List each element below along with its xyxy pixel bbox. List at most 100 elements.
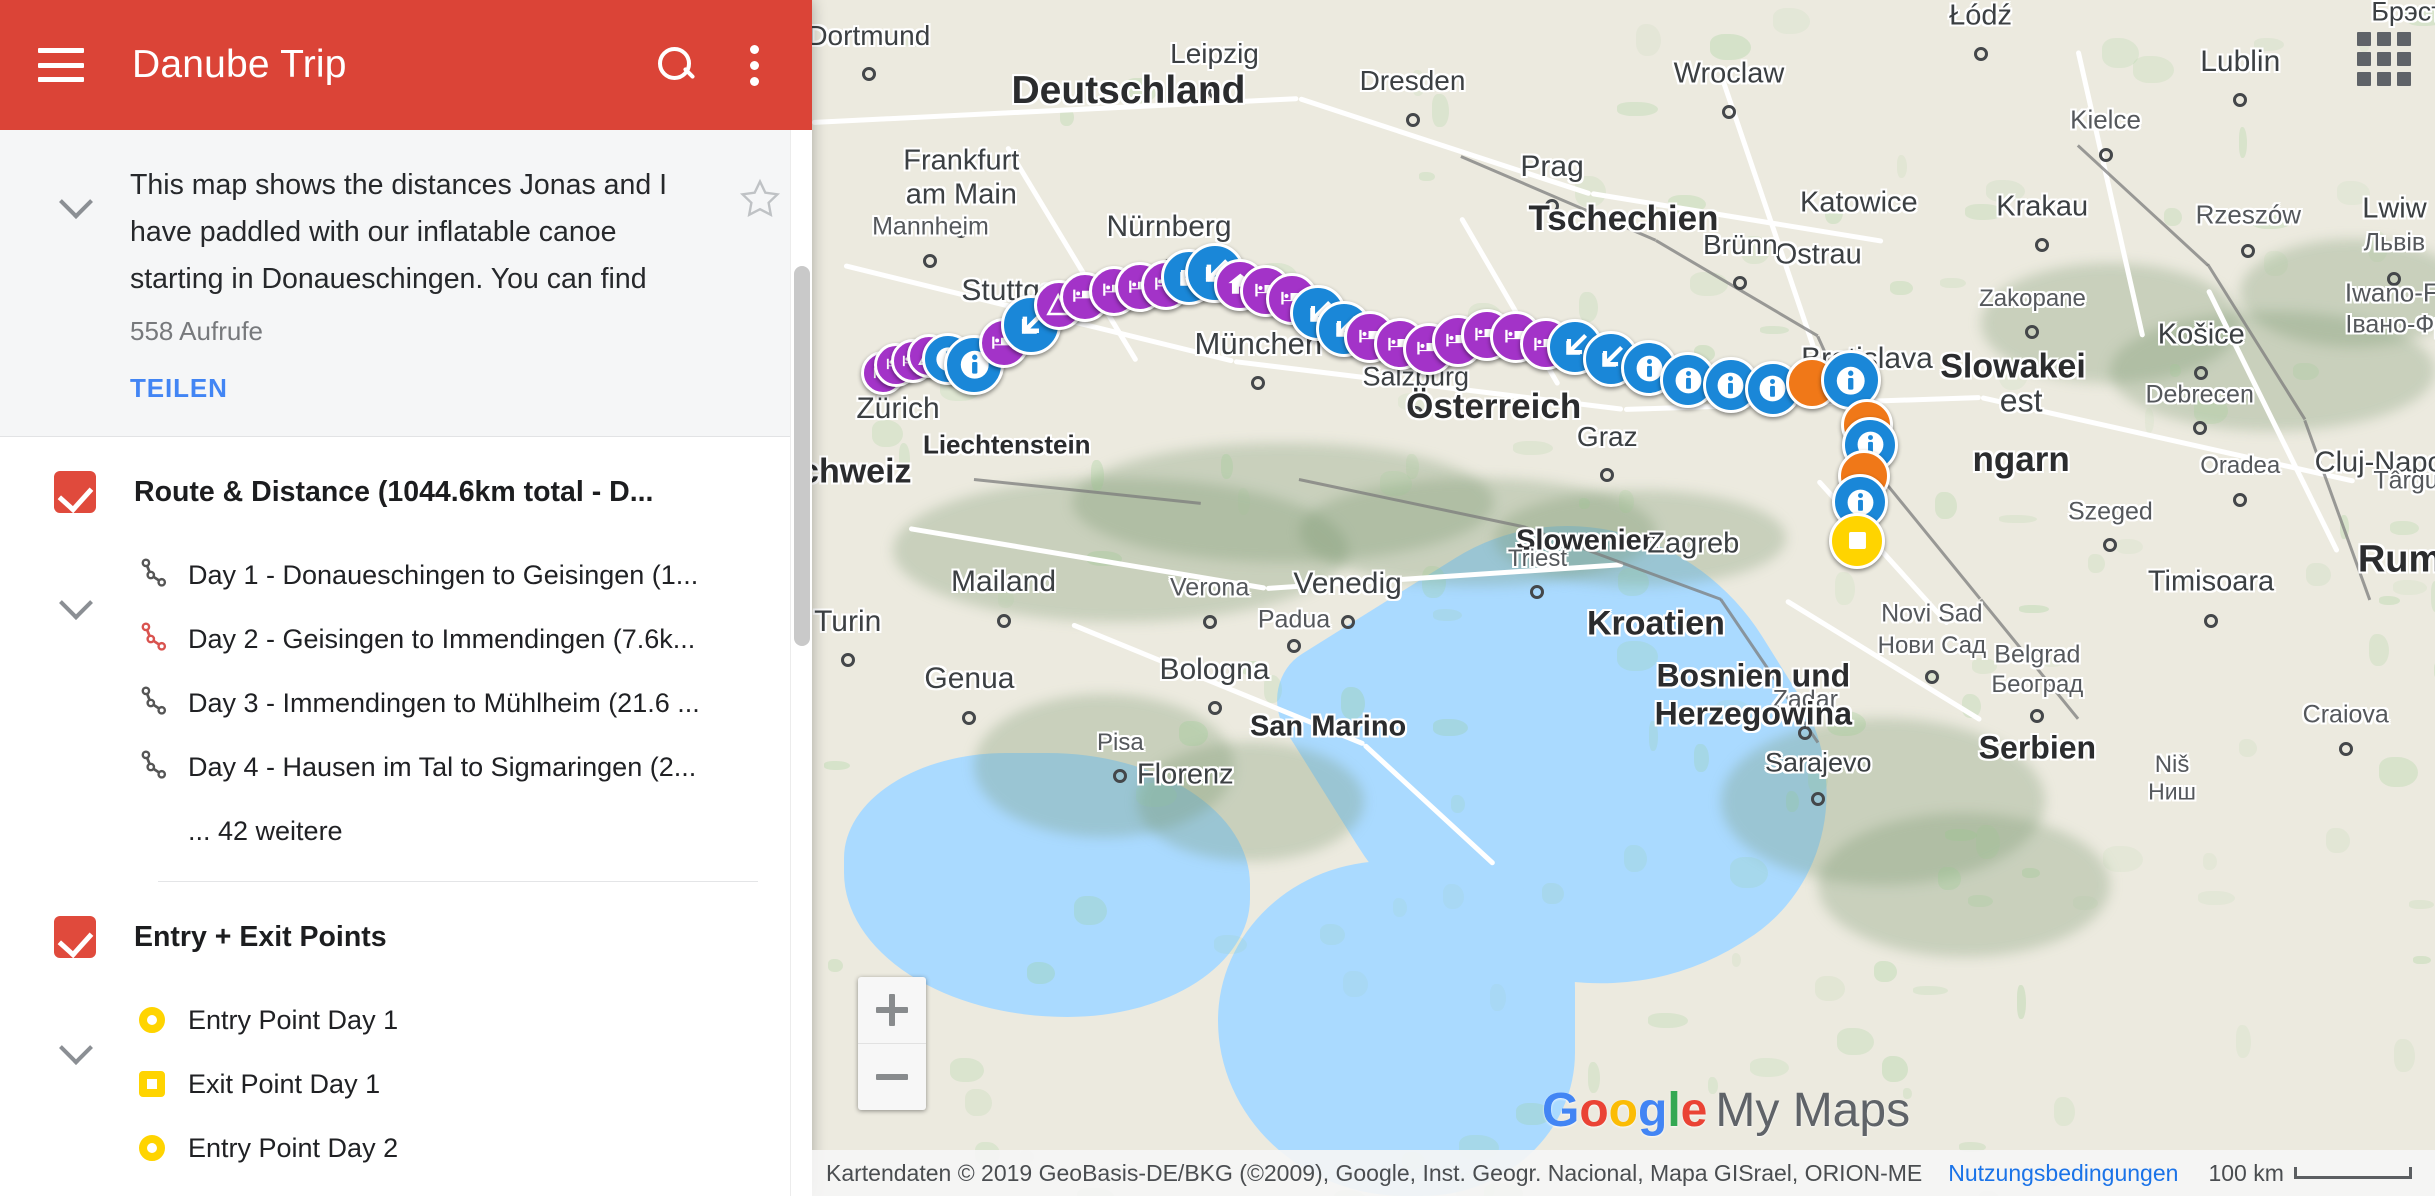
map-vegetation — [2431, 581, 2435, 612]
map-vegetation — [1179, 721, 1208, 746]
map-vegetation — [1513, 441, 1553, 455]
map-vegetation — [1940, 278, 1966, 289]
list-item[interactable]: Day 3 - Immendingen to Mühlheim (21.6 ..… — [130, 671, 812, 735]
layer-items-wrap: Day 1 - Donaueschingen to Geisingen (1..… — [0, 543, 812, 863]
city-dot-icon — [923, 254, 937, 268]
sidebar-scrollbar-thumb[interactable] — [794, 266, 810, 646]
hamburger-menu-icon[interactable] — [38, 48, 84, 82]
city-dot-icon — [1287, 639, 1301, 653]
map-vegetation — [1935, 492, 1957, 519]
line-path-icon — [130, 622, 174, 656]
list-item[interactable]: Day 4 - Hausen im Tal to Sigmaringen (2.… — [130, 735, 812, 799]
map-zoom-controls — [858, 977, 926, 1110]
list-item[interactable]: Entry Point Day 1 — [130, 988, 812, 1052]
map-vegetation — [2239, 127, 2247, 158]
header-actions — [656, 45, 774, 86]
city-dot-icon — [2103, 538, 2117, 552]
map-vegetation — [2405, 6, 2435, 26]
map-vegetation — [1074, 896, 1107, 925]
map-vegetation — [1240, 661, 1266, 675]
map-vegetation — [1827, 711, 1865, 736]
map-vegetation — [950, 1058, 984, 1083]
list-item[interactable]: Entry Point Day 2 — [130, 1116, 812, 1180]
search-button[interactable] — [656, 45, 696, 85]
map-vegetation — [1825, 200, 1843, 224]
attribution-text: Kartendaten © 2019 GeoBasis-DE/BKG (©200… — [826, 1160, 1922, 1187]
minus-icon — [876, 1074, 908, 1080]
apps-grid-icon[interactable] — [2357, 32, 2411, 86]
sidebar-scrollbar[interactable] — [790, 130, 812, 1196]
map-vegetation — [2103, 846, 2142, 872]
map-vegetation — [1341, 687, 1366, 719]
sidebar-panel: Danube Trip This map shows the distances… — [0, 0, 812, 1196]
map-vegetation — [1124, 78, 1157, 103]
map-scale: 100 km — [2208, 1160, 2411, 1187]
city-dot-icon — [954, 224, 968, 238]
map-vegetation — [2368, 231, 2388, 262]
map-vegetation — [1432, 94, 1448, 127]
list-item[interactable]: Exit Point Day 2 — [130, 1180, 812, 1196]
layer-collapse-toggle[interactable] — [54, 577, 100, 623]
map-vegetation — [2379, 596, 2400, 604]
layer-header: Entry + Exit Points — [0, 882, 812, 988]
map-vegetation — [1750, 1058, 1789, 1077]
map-vegetation — [1320, 924, 1346, 945]
map-description-panel: This map shows the distances Jonas and I… — [0, 130, 812, 437]
share-button[interactable]: TEILEN — [130, 373, 228, 404]
map-vegetation — [1976, 825, 2000, 859]
zoom-out-button[interactable] — [858, 1044, 926, 1110]
map-vegetation — [1636, 24, 1662, 56]
city-dot-icon — [2233, 93, 2247, 107]
logo-letter: g — [1638, 1083, 1667, 1138]
map-vegetation — [1815, 976, 1845, 1000]
map-canvas[interactable]: Dortmund Leipzig Dresden Wroclaw Łódź Lublin Б… — [812, 0, 2435, 1196]
city-dot-icon — [1208, 85, 1222, 99]
description-body: This map shows the distances Jonas and I… — [100, 154, 738, 404]
layer-items-wrap: Entry Point Day 1 Exit Point Day 1 Entry… — [0, 988, 812, 1196]
layer-header: Route & Distance (1044.6km total - D... — [0, 437, 812, 543]
map-vegetation — [2413, 956, 2430, 965]
city-dot-icon — [2339, 742, 2353, 756]
my-maps-app: Danube Trip This map shows the distances… — [0, 0, 2435, 1196]
list-item[interactable]: Exit Point Day 1 — [130, 1052, 812, 1116]
map-vegetation — [2194, 397, 2229, 424]
map-vegetation — [2409, 900, 2434, 909]
map-vegetation — [2073, 896, 2098, 910]
map-marker-square[interactable] — [1829, 513, 1885, 569]
map-vegetation — [1343, 971, 1368, 997]
map-vegetation — [1972, 658, 1997, 673]
show-more-features[interactable]: ... 42 weitere — [130, 799, 812, 863]
map-vegetation — [2306, 563, 2331, 586]
map-vegetation — [2326, 828, 2350, 853]
city-dot-icon — [1545, 199, 1559, 213]
map-vegetation — [1136, 783, 1177, 807]
more-options-button[interactable] — [748, 45, 760, 86]
layer-visibility-checkbox[interactable] — [54, 916, 96, 958]
city-dot-icon — [2099, 148, 2113, 162]
city-dot-icon — [1251, 376, 1265, 390]
scale-label: 100 km — [2208, 1160, 2283, 1187]
map-vegetation — [1027, 962, 1055, 983]
layer-collapse-toggle[interactable] — [54, 1022, 100, 1068]
layer-visibility-checkbox[interactable] — [54, 471, 96, 513]
map-vegetation — [1999, 357, 2028, 390]
map-viewport[interactable]: Dortmund Leipzig Dresden Wroclaw Łódź Lublin Б… — [812, 0, 2435, 1196]
city-dot-icon — [1409, 406, 1423, 420]
map-attribution-bar: Kartendaten © 2019 GeoBasis-DE/BKG (©200… — [812, 1150, 2435, 1196]
layer-title: Entry + Exit Points — [134, 921, 387, 954]
city-dot-icon — [2030, 709, 2044, 723]
terms-link[interactable]: Nutzungsbedingungen — [1948, 1160, 2178, 1187]
map-vegetation — [2040, 651, 2065, 667]
page-title: Danube Trip — [132, 43, 656, 87]
list-item[interactable]: Day 2 - Geisingen to Immendingen (7.6k..… — [130, 607, 812, 671]
map-vegetation — [2022, 868, 2039, 878]
city-dot-icon — [2233, 493, 2247, 507]
map-vegetation — [2164, 208, 2182, 226]
layer-route-distance: Route & Distance (1044.6km total - D... — [0, 437, 812, 882]
city-dot-icon — [2035, 238, 2049, 252]
list-item[interactable]: Day 1 - Donaueschingen to Geisingen (1..… — [130, 543, 812, 607]
star-outline-icon[interactable] — [738, 176, 782, 220]
description-collapse-toggle[interactable] — [54, 176, 100, 222]
logo-letter: o — [1579, 1083, 1608, 1138]
zoom-in-button[interactable] — [858, 977, 926, 1043]
